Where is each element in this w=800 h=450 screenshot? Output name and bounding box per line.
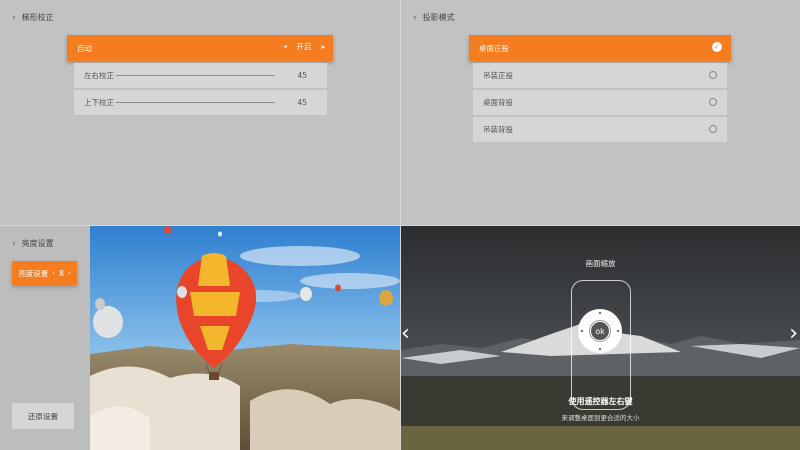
horizontal-correction-label: 左右校正 — [84, 71, 114, 80]
chevron-right-icon[interactable]: › — [789, 323, 798, 345]
projection-option-ceiling-rear[interactable]: 吊装背投 — [473, 117, 727, 142]
zoom-title: 画面缩放 — [585, 259, 616, 268]
projection-option-label: 桌面背投 — [483, 98, 513, 107]
keystone-panel: ‹ 梯形校正 自动 ◂ 开启 ▸ 左右校正 45 上下校正 45 — [0, 0, 400, 225]
balloon-landscape-illustration — [90, 226, 400, 450]
auto-toggle[interactable]: ◂ 开启 ▸ — [283, 41, 325, 52]
balloon-preview-image — [90, 226, 400, 450]
chevron-right-icon[interactable]: › — [68, 269, 71, 277]
keystone-header: ‹ 梯形校正 — [12, 12, 54, 23]
ok-button-icon: ok — [590, 321, 610, 341]
projection-header: ‹ 投影模式 — [413, 12, 455, 23]
radio-icon[interactable] — [709, 125, 717, 133]
brightness-button-label: 亮度设置 — [18, 268, 49, 278]
horizontal-correction-slider[interactable] — [116, 75, 275, 76]
reset-settings-label: 还原设置 — [28, 411, 58, 421]
arrow-right-icon[interactable]: ▸ — [321, 43, 325, 51]
keystone-title: 梯形校正 — [21, 13, 54, 22]
dpad-right-dot — [617, 330, 619, 332]
brightness-title: 亮度设置 — [21, 239, 54, 248]
horizontal-correction-value: 45 — [297, 71, 307, 80]
auto-keystone-row[interactable]: 自动 ◂ 开启 ▸ — [67, 35, 333, 61]
projection-option-desk-front[interactable]: 桌面正投 ✓ — [469, 35, 731, 61]
brightness-header: ‹ 亮度设置 — [12, 238, 54, 249]
chevron-left-icon[interactable]: ‹ — [52, 269, 55, 277]
horizontal-divider — [0, 225, 800, 226]
chevron-left-icon[interactable]: ‹ — [401, 323, 410, 345]
radio-icon[interactable] — [709, 98, 717, 106]
vertical-correction-value: 45 — [297, 98, 307, 107]
zoom-panel: 画面缩放 ‹ › ok 使用遥控器左右键 来调整桌面到更合适的大小 — [401, 226, 800, 450]
projection-option-label: 桌面正投 — [479, 43, 509, 53]
vertical-correction-row[interactable]: 上下校正 45 — [74, 90, 327, 115]
zoom-hint-sub: 来调整桌面到更合适的大小 — [561, 414, 640, 422]
brightness-panel: ‹ 亮度设置 亮度设置 ‹ 8 › 还原设置 — [0, 226, 400, 450]
brightness-button[interactable]: 亮度设置 ‹ 8 › — [12, 261, 77, 285]
back-icon[interactable]: ‹ — [12, 13, 16, 23]
projection-option-label: 吊装背投 — [483, 125, 513, 134]
brightness-value: 8 — [59, 268, 64, 278]
dpad-left-dot — [581, 330, 583, 332]
projection-option-ceiling-front[interactable]: 吊装正投 — [473, 63, 727, 88]
projection-option-label: 吊装正投 — [483, 71, 513, 80]
vertical-correction-label: 上下校正 — [84, 98, 114, 107]
reset-settings-button[interactable]: 还原设置 — [12, 403, 74, 429]
ok-label: ok — [595, 326, 605, 336]
projection-panel: ‹ 投影模式 桌面正投 ✓ 吊装正投 桌面背投 吊装背投 — [401, 0, 800, 225]
dpad-up-dot — [599, 312, 601, 314]
radio-icon[interactable] — [709, 71, 717, 79]
projection-title: 投影模式 — [422, 13, 455, 22]
arrow-left-icon[interactable]: ◂ — [283, 43, 286, 50]
back-icon[interactable]: ‹ — [12, 239, 16, 249]
auto-label: 自动 — [77, 43, 92, 53]
auto-value: 开启 — [296, 42, 312, 51]
dpad-down-dot — [599, 348, 601, 350]
check-circle-icon: ✓ — [712, 42, 722, 52]
vertical-correction-slider[interactable] — [116, 102, 275, 103]
projection-option-desk-rear[interactable]: 桌面背投 — [473, 90, 727, 115]
back-icon[interactable]: ‹ — [413, 13, 417, 23]
zoom-hint-main: 使用遥控器左右键 — [568, 397, 633, 406]
horizontal-correction-row[interactable]: 左右校正 45 — [74, 63, 327, 88]
